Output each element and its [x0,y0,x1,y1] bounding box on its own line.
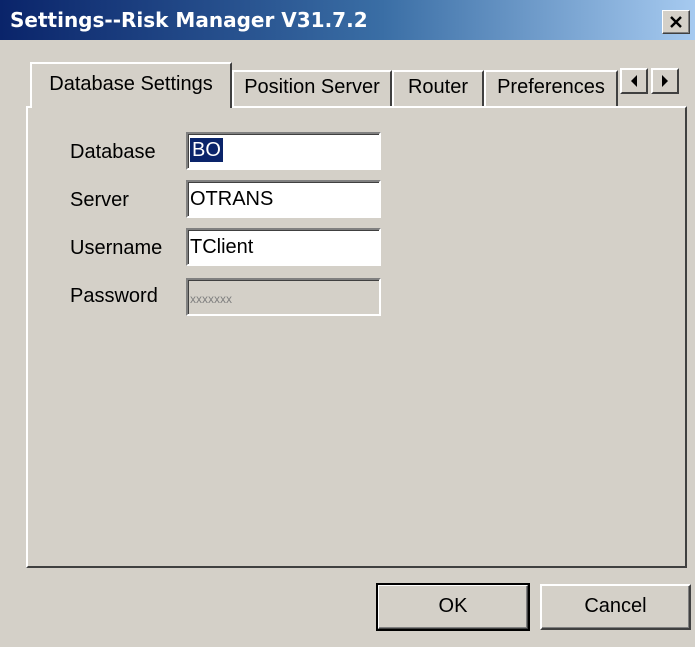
tab-position-server[interactable]: Position Server [232,70,392,106]
database-value: BO [190,138,223,162]
cancel-button[interactable]: Cancel [540,584,691,630]
tab-label: Position Server [244,76,380,98]
server-field[interactable]: OTRANS [186,180,381,218]
database-settings-panel: Database BO Server OTRANS Username TClie… [26,106,687,568]
database-field[interactable]: BO [186,132,381,170]
password-field[interactable]: xxxxxxx [186,278,381,316]
tab-label: Preferences [497,76,605,98]
tab-scroll-right-button[interactable] [651,68,679,94]
username-field[interactable]: TClient [186,228,381,266]
username-value: TClient [190,236,254,258]
window-title: Settings--Risk Manager V31.7.2 [10,8,368,32]
arrow-right-icon [662,75,668,87]
tab-router[interactable]: Router [392,70,484,106]
close-button[interactable] [662,10,690,34]
tab-database-settings[interactable]: Database Settings [30,62,232,108]
password-label: Password [70,285,158,307]
title-bar[interactable]: Settings--Risk Manager V31.7.2 [0,0,695,40]
password-value: xxxxxxx [190,292,232,306]
server-label: Server [70,189,129,211]
close-icon [670,16,682,28]
ok-button[interactable]: OK [376,583,530,631]
settings-dialog: Settings--Risk Manager V31.7.2 Database … [0,0,695,647]
tab-preferences[interactable]: Preferences [484,70,618,106]
tab-scroll-left-button[interactable] [620,68,648,94]
tab-label: Database Settings [49,73,213,95]
username-label: Username [70,237,163,259]
server-value: OTRANS [190,188,274,210]
tab-label: Router [407,76,469,98]
database-label: Database [70,141,156,163]
arrow-left-icon [631,75,637,87]
